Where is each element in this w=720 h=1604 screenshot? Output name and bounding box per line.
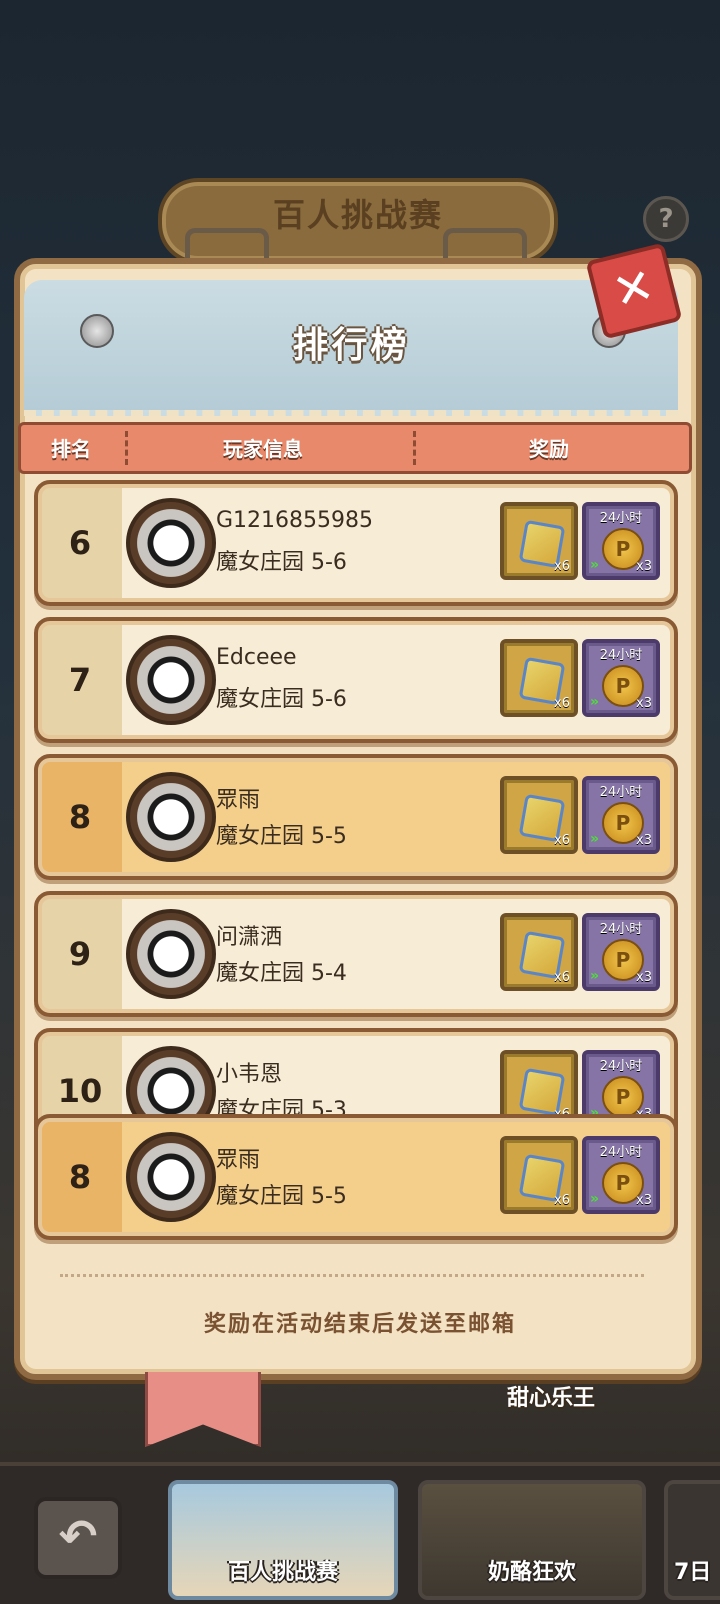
rank-number: 7 — [68, 661, 92, 699]
arrow-icon: » — [590, 557, 600, 573]
arrow-icon: » — [590, 1191, 600, 1207]
leaderboard-header: 排行榜 — [24, 280, 678, 416]
self-rank-row[interactable]: 8 眾雨 魔女庄园 5-5 x6 24小时 P» x3 — [34, 1114, 678, 1240]
leaderboard-title: 排行榜 — [292, 325, 410, 366]
player-stage: 魔女庄园 5-4 — [216, 961, 347, 986]
rank-number: 8 — [68, 1158, 92, 1196]
coin-reward[interactable]: 24小时P»x3 — [582, 639, 660, 717]
reward-qty: x6 — [554, 696, 570, 711]
reward-qty: x3 — [636, 696, 652, 711]
reward-qty: x3 — [636, 1193, 652, 1208]
reward-qty: x6 — [554, 559, 570, 574]
tab-label: 奶酪狂欢 — [487, 1560, 576, 1585]
rank-number: 6 — [68, 524, 92, 562]
coin-reward[interactable]: 24小时P»x3 — [582, 502, 660, 580]
player-stage: 魔女庄园 5-6 — [216, 687, 347, 712]
reward-note: 奖励在活动结束后发送至邮箱 — [203, 1312, 516, 1337]
divider — [60, 1274, 644, 1277]
tab-seven-day[interactable]: 7日 — [664, 1480, 720, 1600]
character-avatar-icon — [126, 498, 216, 588]
tab-cheese-carnival[interactable]: 奶酪狂欢 — [418, 1480, 646, 1600]
box-reward[interactable]: x6 — [500, 639, 578, 717]
reward-qty: x6 — [554, 833, 570, 848]
leaderboard-row[interactable]: 9 问潇洒 魔女庄园 5-4 x6 24小时 P» x3 — [34, 891, 678, 1017]
reward-qty: x6 — [554, 1193, 570, 1208]
reward-duration: 24小时 — [599, 648, 643, 663]
rank-number: 8 — [68, 798, 92, 836]
reward-duration: 24小时 — [599, 1059, 643, 1074]
player-name: Edceee — [216, 645, 297, 670]
player-name: 问潇洒 — [216, 925, 283, 950]
player-name: G1216855985 — [216, 508, 374, 533]
character-avatar-icon — [126, 635, 216, 725]
box-reward[interactable]: x6 — [500, 913, 578, 991]
column-rank: 排名 — [51, 437, 91, 461]
player-name: 眾雨 — [216, 1148, 261, 1173]
reward-qty: x3 — [636, 833, 652, 848]
player-stage: 魔女庄园 5-5 — [216, 1184, 347, 1209]
column-divider — [125, 431, 128, 465]
coin-reward[interactable]: 24小时P»x3 — [582, 776, 660, 854]
box-reward[interactable]: x6 — [500, 776, 578, 854]
player-name: 眾雨 — [216, 788, 261, 813]
reward-duration: 24小时 — [599, 511, 643, 526]
arrow-icon: » — [590, 694, 600, 710]
reward-duration: 24小时 — [599, 785, 643, 800]
character-avatar-icon — [126, 772, 216, 862]
tab-label: 7日 — [674, 1560, 712, 1585]
column-player: 玩家信息 — [223, 437, 303, 461]
reward-qty: x3 — [636, 970, 652, 985]
pin-icon — [80, 314, 114, 348]
character-avatar-icon — [126, 1132, 216, 1222]
column-header: 排名 玩家信息 奖励 — [18, 422, 692, 474]
player-stage: 魔女庄园 5-6 — [216, 550, 347, 575]
arrow-icon: » — [590, 831, 600, 847]
leaderboard-row[interactable]: 8 眾雨 魔女庄园 5-5 x6 24小时 P» x3 — [34, 754, 678, 880]
back-button[interactable]: ↶ — [34, 1497, 122, 1579]
leaderboard-row[interactable]: 7 Edceee 魔女庄园 5-6 x6 24小时 P» x3 — [34, 617, 678, 743]
player-name: 小韦恩 — [216, 1062, 283, 1087]
coin-reward[interactable]: 24小时P»x3 — [582, 913, 660, 991]
box-reward[interactable]: x6 — [500, 1136, 578, 1214]
reward-qty: x6 — [554, 970, 570, 985]
tab-hundred-challenge[interactable]: 百人挑战赛 — [168, 1480, 398, 1600]
reward-duration: 24小时 — [599, 1145, 643, 1160]
character-avatar-icon — [126, 909, 216, 999]
reward-qty: x3 — [636, 559, 652, 574]
background-subtitle: 甜心乐王 — [507, 1386, 596, 1411]
player-stage: 魔女庄园 5-5 — [216, 824, 347, 849]
rank-number: 9 — [68, 935, 92, 973]
tab-label: 百人挑战赛 — [227, 1560, 338, 1585]
column-divider — [413, 431, 416, 465]
leaderboard-row[interactable]: 6 G1216855985 魔女庄园 5-6 x6 24小时 P» x3 — [34, 480, 678, 606]
box-reward[interactable]: x6 — [500, 502, 578, 580]
reward-duration: 24小时 — [599, 922, 643, 937]
coin-reward[interactable]: 24小时P»x3 — [582, 1136, 660, 1214]
help-icon[interactable]: ? — [643, 196, 689, 242]
column-reward: 奖励 — [529, 437, 569, 461]
ribbon-decoration — [145, 1372, 261, 1447]
arrow-icon: » — [590, 968, 600, 984]
